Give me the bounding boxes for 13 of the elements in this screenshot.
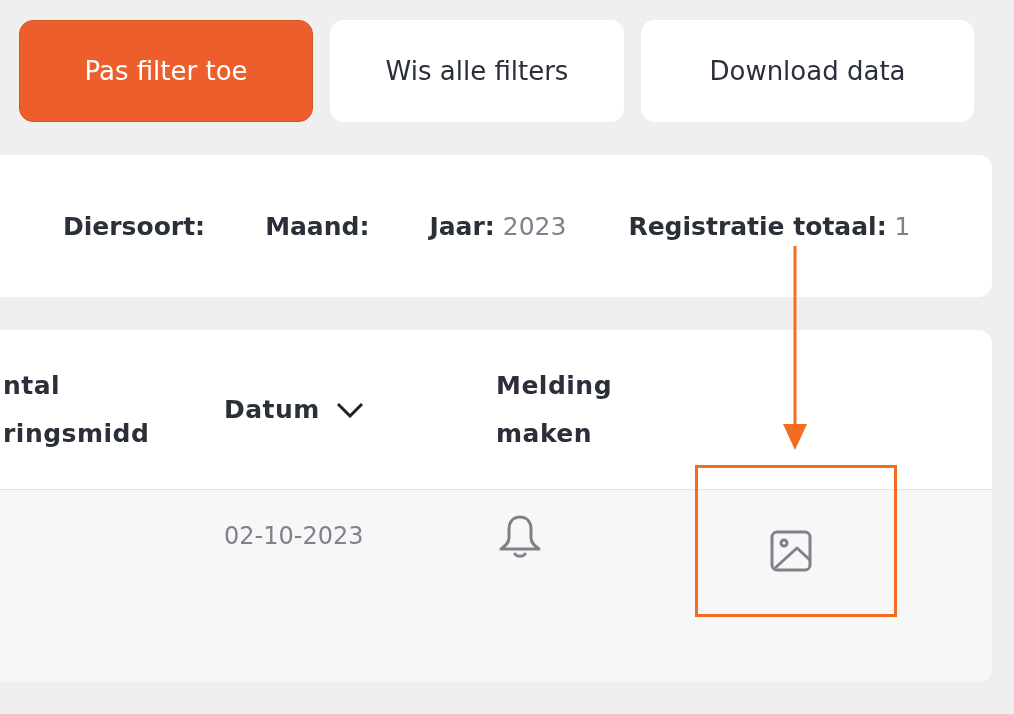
column-header: ntal ringsmidd [3,369,150,450]
image-icon[interactable] [770,530,812,572]
summary-item: Maand: [265,211,370,241]
chevron-down-icon [335,401,364,418]
date-cell-text: 02-10-2023 [224,522,365,550]
column-header[interactable]: Datum [224,395,364,424]
clear-filters-button[interactable]: Wis alle filters [330,20,624,122]
download-button[interactable]: Download data [641,20,974,122]
summary-item: Registratie totaal: 1 [628,211,911,241]
column-header: Melding maken [496,369,613,450]
summary-item: Diersoort: [63,211,206,241]
summary-item: Jaar: 2023 [429,211,567,241]
bell-icon[interactable] [498,514,542,560]
